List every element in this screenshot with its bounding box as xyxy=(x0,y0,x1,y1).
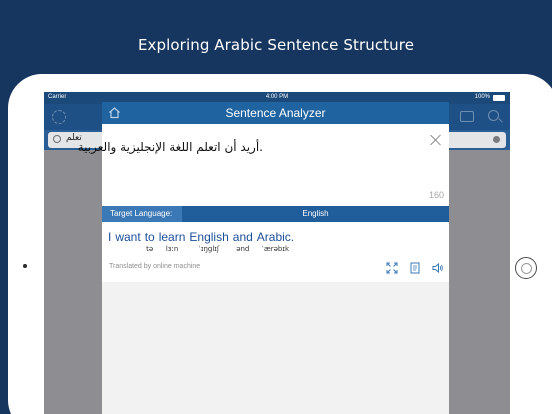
word-pronunciation: ˈɪŋglɪʃ xyxy=(198,245,220,253)
sentence-input[interactable]: .أريد أن اتعلم اللغة الإنجليزية والعربية… xyxy=(77,124,449,206)
translation-word[interactable]: want xyxy=(115,230,140,253)
speaker-icon[interactable] xyxy=(432,262,444,274)
battery-percent: 100% xyxy=(474,94,490,100)
translation-word[interactable]: to tə xyxy=(145,230,155,253)
target-language-row[interactable]: Target Language: English xyxy=(102,206,449,222)
status-time: 4:00 PM xyxy=(265,94,289,100)
modal-title: Sentence Analyzer xyxy=(225,106,326,120)
target-language-value[interactable]: English xyxy=(182,209,449,218)
translation-words: I want to tə learn lɜːn English ˈɪŋglɪʃ and ənd… xyxy=(108,230,294,253)
modal-header: Sentence Analyzer xyxy=(102,102,449,124)
camera-dot xyxy=(23,264,27,268)
word-text: want xyxy=(115,230,141,244)
promo-title: Exploring Arabic Sentence Structure xyxy=(137,36,415,54)
word-pronunciation xyxy=(127,245,129,253)
translated-by-label: Translated by online machine xyxy=(109,263,201,270)
close-icon[interactable] xyxy=(430,134,442,146)
translation-word[interactable]: English ˈɪŋglɪʃ xyxy=(189,230,228,253)
word-text: I xyxy=(108,230,112,244)
translation-word[interactable]: Arabic. ˈærəbɪk xyxy=(257,230,294,253)
word-text: Arabic. xyxy=(256,230,295,244)
clear-search-icon[interactable] xyxy=(493,136,500,143)
word-pronunciation: ˈærəbɪk xyxy=(261,245,290,253)
home-hardware-button[interactable] xyxy=(515,257,537,279)
word-pronunciation xyxy=(109,245,111,253)
word-text: to xyxy=(144,230,155,244)
arabic-sentence: .أريد أن اتعلم اللغة الإنجليزية والعربية xyxy=(77,140,263,154)
word-text: English xyxy=(189,230,229,244)
word-pronunciation: ənd xyxy=(236,245,250,253)
gear-icon[interactable] xyxy=(52,110,66,124)
word-text: learn xyxy=(158,230,186,244)
translation-result: I want to tə learn lɜːn English ˈɪŋglɪʃ and ənd… xyxy=(102,222,449,282)
battery-icon xyxy=(493,95,505,101)
translation-word[interactable]: learn lɜːn xyxy=(159,230,186,253)
book-icon[interactable] xyxy=(409,262,421,274)
search-glass-icon xyxy=(53,135,61,143)
keyboard-icon[interactable] xyxy=(460,111,474,122)
translation-word[interactable]: I xyxy=(108,230,111,253)
word-text: and xyxy=(232,230,253,244)
translation-word[interactable]: and ənd xyxy=(233,230,253,253)
search-icon[interactable] xyxy=(488,110,499,121)
modal-empty-area xyxy=(102,282,449,414)
sentence-analyzer-modal: Sentence Analyzer .أريد أن اتعلم اللغة ا… xyxy=(77,102,449,414)
target-language-label: Target Language: xyxy=(102,206,182,222)
char-count: 160 xyxy=(428,190,444,200)
word-pronunciation: tə xyxy=(146,245,154,253)
expand-icon[interactable] xyxy=(386,262,398,274)
word-pronunciation: lɜːn xyxy=(165,245,179,253)
